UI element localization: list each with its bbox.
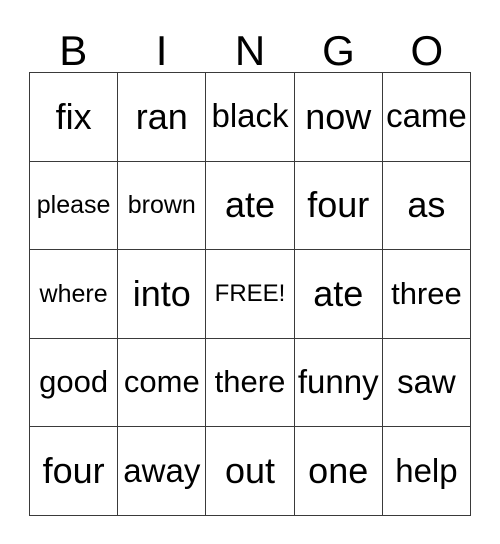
bingo-card: B I N G O fix ran black now came please … [0, 0, 500, 544]
bingo-cell-label: saw [397, 363, 456, 401]
header-letter-i: I [155, 27, 168, 74]
bingo-cell[interactable]: funny [294, 338, 383, 428]
bingo-header-row: B I N G O [29, 22, 471, 72]
bingo-cell[interactable]: come [118, 338, 207, 428]
bingo-row: where into FREE! ate three [30, 250, 472, 339]
bingo-cell[interactable]: saw [382, 338, 472, 428]
bingo-cell-label: ate [224, 184, 276, 226]
bingo-cell-label: now [305, 95, 372, 137]
bingo-cell[interactable]: ran [118, 73, 207, 162]
bingo-cell-label: as [407, 184, 446, 226]
bingo-row: four away out one help [30, 427, 472, 516]
bingo-cell[interactable]: please [30, 161, 119, 251]
bingo-cell-label: black [211, 97, 289, 135]
bingo-row: please brown ate four as [30, 161, 472, 251]
free-space-label: FREE! [214, 280, 286, 308]
bingo-cell-label: please [36, 191, 111, 220]
bingo-cell-label: help [395, 451, 458, 489]
bingo-cell-label: brown [127, 191, 196, 220]
bingo-cell[interactable]: came [382, 73, 472, 162]
bingo-cell-label: out [224, 450, 276, 492]
bingo-cell-label: away [123, 451, 201, 489]
bingo-cell[interactable]: there [206, 338, 295, 428]
bingo-cell[interactable]: four [30, 427, 119, 516]
bingo-cell-label: four [307, 184, 370, 226]
header-letter-g: G [322, 27, 355, 74]
bingo-cell[interactable]: three [382, 250, 472, 339]
bingo-cell-label: where [39, 279, 108, 308]
bingo-grid: fix ran black now came please brown ate … [29, 72, 472, 516]
bingo-row: good come there funny saw [30, 338, 472, 428]
bingo-cell-label: there [214, 364, 286, 400]
bingo-cell[interactable]: four [294, 161, 383, 251]
bingo-cell-label: four [42, 450, 105, 492]
bingo-cell-label: good [39, 364, 109, 400]
header-letter-o: O [410, 27, 444, 74]
bingo-cell-label: ran [135, 95, 188, 137]
bingo-cell[interactable]: one [294, 427, 383, 516]
bingo-cell-free-space[interactable]: FREE! [206, 250, 295, 339]
bingo-cell-label: came [386, 97, 467, 135]
bingo-cell-label: three [391, 275, 462, 311]
bingo-cell[interactable]: as [382, 161, 472, 251]
bingo-cell-label: come [123, 364, 200, 400]
bingo-cell[interactable]: fix [30, 73, 119, 162]
bingo-cell[interactable]: brown [118, 161, 207, 251]
bingo-cell[interactable]: out [206, 427, 295, 516]
bingo-cell-label: ate [313, 273, 364, 315]
header-letter-n: N [234, 27, 266, 74]
bingo-row: fix ran black now came [30, 73, 472, 162]
bingo-cell[interactable]: into [118, 250, 207, 339]
bingo-cell[interactable]: help [382, 427, 472, 516]
bingo-cell-label: funny [297, 363, 379, 401]
bingo-cell[interactable]: away [118, 427, 207, 516]
bingo-cell[interactable]: where [30, 250, 119, 339]
bingo-cell[interactable]: ate [206, 161, 295, 251]
bingo-cell[interactable]: now [294, 73, 383, 162]
bingo-cell-label: into [132, 273, 191, 315]
bingo-cell[interactable]: good [30, 338, 119, 428]
bingo-cell-label: one [308, 450, 369, 492]
bingo-cell-label: fix [55, 95, 92, 137]
bingo-cell[interactable]: ate [294, 250, 383, 339]
header-letter-b: B [59, 27, 88, 74]
bingo-cell[interactable]: black [206, 73, 295, 162]
